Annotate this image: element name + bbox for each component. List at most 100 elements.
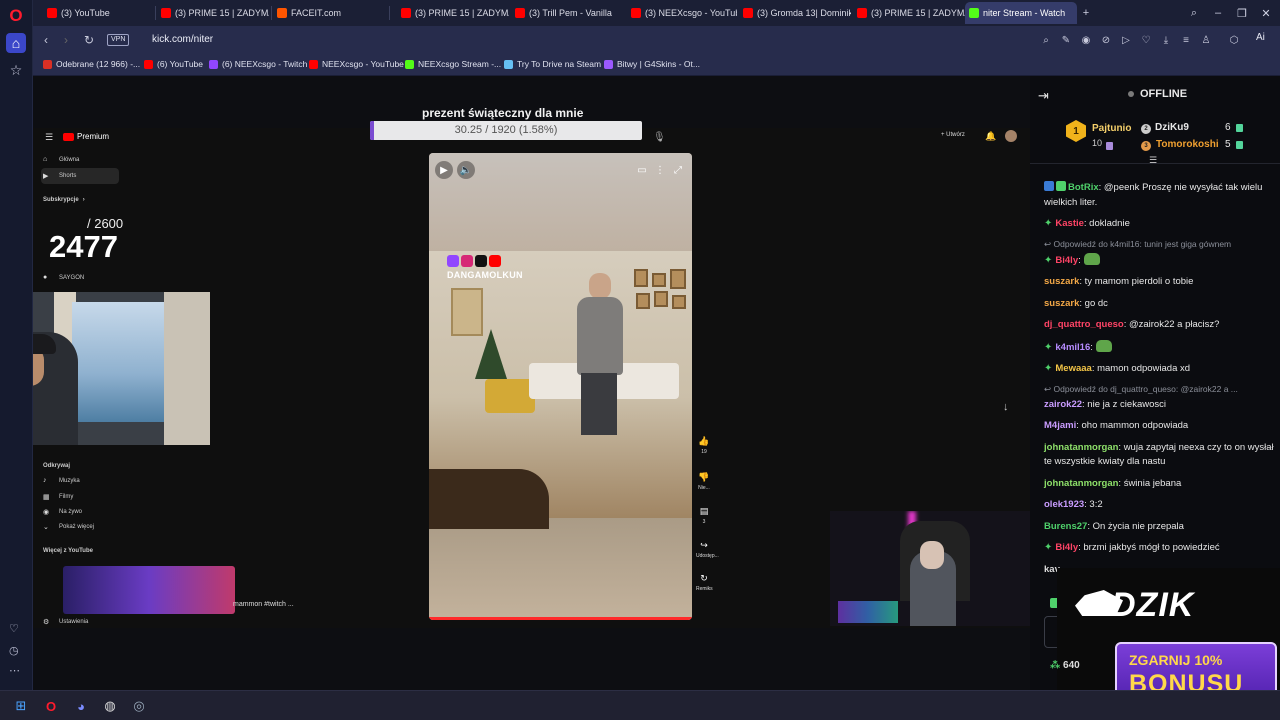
ai-button[interactable]: Ai bbox=[1256, 32, 1265, 43]
gifter-name[interactable]: Tomorokoshi bbox=[1156, 139, 1219, 150]
app-icon[interactable]: ◍ bbox=[100, 696, 120, 716]
play-icon[interactable]: ▷ bbox=[1119, 33, 1133, 47]
youtube-icon bbox=[47, 8, 57, 18]
heart-icon[interactable]: ♡ bbox=[1139, 33, 1153, 47]
bell-icon: 🔔 bbox=[985, 131, 997, 141]
chat-message: Burens27: On życia nie przepala bbox=[1044, 520, 1276, 535]
chat-text: : świnia jebana bbox=[1118, 477, 1182, 489]
user-badge-icon bbox=[1044, 181, 1054, 191]
like-icon: 👍 19 bbox=[698, 436, 710, 455]
extension-icon[interactable]: ⬡ bbox=[1227, 33, 1241, 47]
faceit-icon bbox=[277, 8, 287, 18]
tab-8[interactable]: (3) PRIME 15 | ZADYMA bbox=[853, 2, 965, 24]
chat-username[interactable]: Bi4ly bbox=[1055, 542, 1078, 553]
chat-username[interactable]: Kastie bbox=[1055, 218, 1084, 229]
steam-icon[interactable]: ◎ bbox=[129, 696, 149, 716]
reply-reference[interactable]: ↩ Odpowiedź do dj_quattro_queso: @zairok… bbox=[1044, 384, 1276, 395]
chat-username[interactable]: zairok22 bbox=[1044, 399, 1082, 410]
chat-username[interactable]: suszark bbox=[1044, 298, 1079, 309]
search-tabs-icon[interactable]: ⌕ bbox=[1183, 3, 1205, 23]
close-window-button[interactable]: ✕ bbox=[1255, 3, 1277, 23]
chat-username[interactable]: johnatanmorgan bbox=[1044, 442, 1118, 453]
gifter-name[interactable]: Pajtunio bbox=[1092, 123, 1131, 134]
tab-2[interactable]: (3) PRIME 15 | ZADYMA bbox=[157, 2, 269, 24]
download-icon[interactable]: ⤓ bbox=[1159, 33, 1173, 47]
chat-username[interactable]: olek1923 bbox=[1044, 499, 1084, 510]
bookmark-item[interactable]: Bitwy | G4Skins - Ot... bbox=[604, 59, 700, 69]
bookmark-item[interactable]: Try To Drive na Steam bbox=[504, 59, 601, 69]
tab-9-active[interactable]: niter Stream - Watch bbox=[965, 2, 1077, 24]
tab-6[interactable]: (3) NEEXcsgo - YouTube bbox=[627, 2, 737, 24]
chat-message: olek1923: 3:2 bbox=[1044, 498, 1276, 513]
gifter-name[interactable]: DziKu9 bbox=[1155, 122, 1189, 133]
bookmarks-bar: Odebrane (12 966) -... (6) YouTube (6) N… bbox=[33, 54, 1280, 76]
chat-message: dj_quattro_queso: @zairok22 a płacisz? bbox=[1044, 318, 1276, 333]
camera-icon[interactable]: ◉ bbox=[1079, 33, 1093, 47]
armchair-shape bbox=[485, 379, 535, 413]
search-icon[interactable]: ⌕ bbox=[1039, 33, 1053, 47]
chat-username[interactable]: BotRix bbox=[1068, 182, 1099, 193]
tab-4[interactable]: (3) PRIME 15 | ZADYMA bbox=[397, 2, 509, 24]
chat-username[interactable]: Mewaaa bbox=[1055, 363, 1091, 374]
chat-username[interactable]: dj_quattro_queso bbox=[1044, 319, 1124, 330]
chat-username[interactable]: Bi4ly bbox=[1055, 255, 1078, 266]
kick-icon bbox=[405, 59, 414, 69]
home-icon[interactable]: ⌂ bbox=[6, 33, 26, 53]
youtube-icon bbox=[489, 255, 501, 267]
tab-bar: (3) YouTube (3) PRIME 15 | ZADYMA FACEIT… bbox=[33, 0, 1280, 26]
vpn-badge[interactable]: VPN bbox=[107, 34, 130, 46]
more-icon[interactable]: ⋯ bbox=[9, 664, 20, 677]
chat-username[interactable]: k4mil16 bbox=[1055, 342, 1090, 353]
history-icon[interactable]: ◷ bbox=[9, 644, 19, 657]
discord-icon[interactable]: ◕ bbox=[71, 696, 91, 716]
shield-icon[interactable]: ⊘ bbox=[1099, 33, 1113, 47]
expand-gifters-icon[interactable]: ☰ bbox=[1149, 155, 1157, 166]
stream-player[interactable]: ☰ Premium ⌂ Główna ▶ Shorts Subskrypcje › ●… bbox=[33, 76, 1030, 690]
youtube-icon bbox=[631, 8, 641, 18]
dzik-ad[interactable]: DZIK ZGARNIJ 10% BONUSU bbox=[1057, 568, 1280, 712]
chat-text: : ty mamom pierdoli o tobie bbox=[1079, 276, 1194, 287]
reload-icon[interactable]: ↻ bbox=[80, 31, 98, 49]
opera-sidebar: O ⌂ ☆ ♡ ◷ ⋯ bbox=[0, 0, 33, 690]
forward-icon[interactable]: › bbox=[57, 31, 75, 49]
minimize-button[interactable]: – bbox=[1207, 3, 1229, 23]
new-tab-button[interactable]: + bbox=[1075, 3, 1097, 23]
tab-1[interactable]: (3) YouTube bbox=[43, 2, 155, 24]
chat-message: M4jami: oho mammon odpowiada bbox=[1044, 419, 1276, 434]
bookmark-item[interactable]: NEEXcsgo - YouTube bbox=[309, 59, 404, 69]
bookmark-item[interactable]: Odebrane (12 966) -... bbox=[43, 59, 140, 69]
shorts-icon: ▶ bbox=[43, 173, 49, 180]
tab-5[interactable]: (3) Trill Pem - Vanilla bbox=[511, 2, 623, 24]
bookmark-item[interactable]: (6) YouTube bbox=[144, 59, 203, 69]
maximize-button[interactable]: ❐ bbox=[1231, 3, 1253, 23]
social-icons bbox=[447, 255, 501, 267]
live-icon: ◉ bbox=[43, 509, 50, 516]
chat-username[interactable]: M4jami bbox=[1044, 420, 1076, 431]
tab-7[interactable]: (3) Gromda 13| Dominik bbox=[739, 2, 851, 24]
gift-icon bbox=[1106, 142, 1113, 150]
instagram-icon bbox=[461, 255, 473, 267]
windows-start-icon[interactable]: ⊞ bbox=[11, 696, 31, 716]
opera-icon[interactable]: O bbox=[41, 696, 61, 716]
collapse-chat-icon[interactable]: ⇥ bbox=[1038, 88, 1049, 104]
star-icon[interactable]: ☆ bbox=[6, 60, 26, 80]
chat-message: zairok22: nie ja z ciekawosci bbox=[1044, 398, 1276, 413]
profile-icon[interactable]: ♙ bbox=[1199, 33, 1213, 47]
opera-logo-icon[interactable]: O bbox=[6, 6, 26, 26]
tab-3[interactable]: FACEIT.com bbox=[273, 2, 383, 24]
youtube-icon bbox=[161, 8, 171, 18]
chat-username[interactable]: johnatanmorgan bbox=[1044, 478, 1118, 489]
back-icon[interactable]: ‹ bbox=[37, 31, 55, 49]
reply-reference[interactable]: ↩ Odpowiedź do k4mil16: tunin jest giga … bbox=[1044, 239, 1276, 250]
chat-username[interactable]: suszark bbox=[1044, 276, 1079, 287]
bookmark-item[interactable]: (6) NEEXcsgo - Twitch bbox=[209, 59, 307, 69]
chat-username[interactable]: Burens27 bbox=[1044, 521, 1087, 532]
sidebar-item-music: ♪ Muzyka bbox=[43, 477, 80, 484]
bookmark-item[interactable]: NEEXcsgo Stream -... bbox=[405, 59, 501, 69]
gmail-icon bbox=[43, 59, 52, 69]
heart-icon[interactable]: ♡ bbox=[9, 622, 19, 635]
url-field[interactable]: kick.com/niter bbox=[152, 34, 213, 45]
menu-icon[interactable]: ≡ bbox=[1179, 33, 1193, 47]
edit-icon[interactable]: ✎ bbox=[1059, 33, 1073, 47]
user-badge-icon bbox=[1056, 181, 1066, 191]
